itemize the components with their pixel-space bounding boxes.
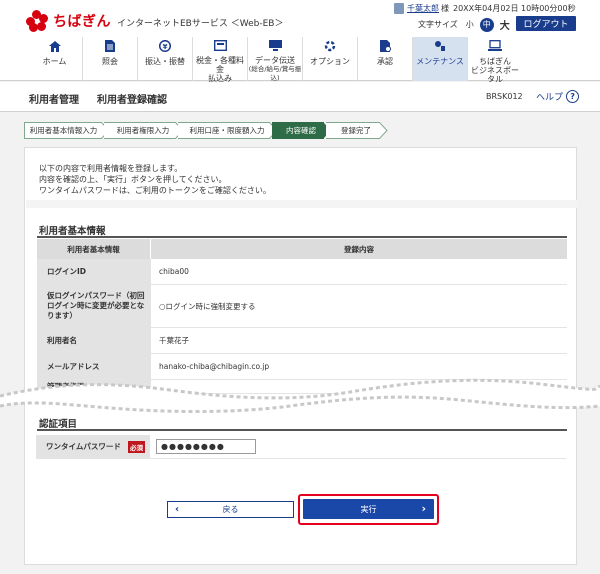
service-name: インターネットEBサービス ＜Web-EB＞ <box>117 18 284 29</box>
table-row: 利用者名 千葉花子 <box>37 328 567 354</box>
logo-name: ちばぎん <box>53 14 111 30</box>
section-divider <box>26 200 577 208</box>
section-rule <box>37 429 567 431</box>
back-button[interactable]: ‹ 戻る <box>167 501 294 518</box>
login-datetime: 20XX年04月02日 10時00分00秒 <box>453 4 576 13</box>
table-row: 仮ログインパスワード（初回ログイン時に変更が必要となります） ○ログイン時に強制… <box>37 285 567 328</box>
global-nav: ホーム 照会 ¥ 振込・振替 税金・各種料金 払込み データ伝送 (総合/給与/… <box>27 37 577 84</box>
otp-label: ワンタイムパスワード <box>46 442 121 451</box>
basic-info-section-title: 利用者基本情報 <box>39 226 106 237</box>
font-size-small[interactable]: 小 <box>466 19 474 30</box>
home-icon <box>48 40 62 52</box>
nav-tax-payment[interactable]: 税金・各種料金 払込み <box>192 37 247 83</box>
font-size-medium[interactable]: 中 <box>479 17 494 32</box>
otp-row: ワンタイムパスワード 必須 ●●●●●●●● <box>36 435 566 459</box>
nav-transfer[interactable]: ¥ 振込・振替 <box>137 37 192 81</box>
page-break-wave <box>0 378 600 414</box>
svg-text:¥: ¥ <box>163 43 168 51</box>
approval-icon <box>378 40 392 52</box>
maintenance-icon <box>433 40 447 52</box>
user-name[interactable]: 千葉太郎 <box>407 3 439 14</box>
logout-button[interactable]: ログアウト <box>516 16 576 31</box>
nav-business-portal[interactable]: ちばぎん ビジネスポータル <box>467 37 522 84</box>
table-header: 利用者基本情報 登録内容 <box>37 239 567 259</box>
document-icon <box>103 40 117 52</box>
global-header: ちばぎん インターネットEBサービス ＜Web-EB＞ 千葉太郎 様 20XX年… <box>0 0 600 84</box>
required-badge: 必須 <box>128 441 145 453</box>
question-icon: ? <box>566 90 580 103</box>
user-info: 千葉太郎 様 20XX年04月02日 10時00分00秒 <box>394 3 576 14</box>
one-time-password-input[interactable]: ●●●●●●●● <box>156 439 256 454</box>
nav-maintenance[interactable]: メンテナンス <box>412 37 467 81</box>
step-authority: 利用者権限入力 <box>104 122 184 139</box>
chevron-left-icon: ‹ <box>175 504 180 515</box>
page-title: 利用者管理 <box>29 95 79 106</box>
step-complete: 登録完了 <box>326 122 388 139</box>
execute-button[interactable]: 実行 › <box>303 499 434 519</box>
step-basic-info: 利用者基本情報入力 <box>24 122 110 139</box>
font-size-large[interactable]: 大 <box>500 17 510 32</box>
section-rule <box>37 236 567 238</box>
table-row: ログインID chiba00 <box>37 259 567 285</box>
portal-icon <box>488 40 502 52</box>
step-confirm: 内容確認 <box>272 122 331 139</box>
step-account-limit: 利用口座・限度額入力 <box>178 122 278 139</box>
nav-inquiry[interactable]: 照会 <box>82 37 137 81</box>
progress-steps: 利用者基本情報入力 利用者権限入力 利用口座・限度額入力 内容確認 登録完了 <box>24 122 388 139</box>
option-icon <box>323 40 337 52</box>
nav-data-transmission[interactable]: データ伝送 (総合/給与/賞与振込) <box>247 37 302 82</box>
font-size-label: 文字サイズ <box>418 20 458 29</box>
nav-home[interactable]: ホーム <box>27 37 82 81</box>
brand-logo[interactable]: ちばぎん インターネットEBサービス ＜Web-EB＞ <box>26 10 283 32</box>
font-size-control: 文字サイズ 小 中 大 <box>418 17 510 32</box>
transfer-icon: ¥ <box>158 40 172 52</box>
page-subtitle: 利用者登録確認 <box>97 95 167 106</box>
user-honorific: 様 <box>441 4 449 13</box>
user-card-icon <box>394 3 404 14</box>
tax-payment-icon <box>213 40 227 51</box>
chibagin-logo-mark <box>26 10 48 32</box>
nav-approval[interactable]: 承認 <box>357 37 412 81</box>
screen-code: BRSK012 <box>486 92 523 101</box>
nav-option[interactable]: オプション <box>302 37 357 81</box>
chevron-right-icon: › <box>421 502 426 515</box>
data-transmission-icon <box>268 40 282 51</box>
intro-text: 以下の内容で利用者情報を登録します。 内容を確認の上、「実行」ボタンを押してくだ… <box>39 164 271 195</box>
page-title-bar: 利用者管理 利用者登録確認 BRSK012 ヘルプ ? <box>0 82 600 112</box>
help-link[interactable]: ヘルプ ? <box>536 90 580 103</box>
